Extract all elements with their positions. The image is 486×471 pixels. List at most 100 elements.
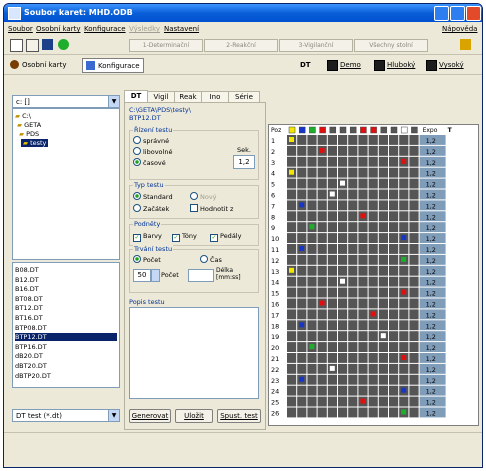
radio-standard[interactable]: Standard (133, 192, 173, 201)
ulozit-button[interactable]: Uložit (175, 409, 213, 423)
file-list[interactable]: B08.DT B12.DT B16.DT BT08.DT BT12.DT BT16.DT B… (12, 262, 120, 388)
check-hodnotit[interactable]: Hodnotit z (190, 204, 233, 213)
grid-cell (327, 353, 337, 363)
new-file-icon[interactable] (10, 39, 23, 52)
menu-napoveda[interactable]: Nápověda (442, 25, 477, 33)
close-button[interactable] (466, 6, 481, 21)
tree-item-pds[interactable]: ▰ PDS (19, 130, 39, 138)
grid-cell (297, 396, 307, 407)
radio-pocet[interactable]: Počet (133, 255, 161, 264)
list-item[interactable]: BTP08.DT (15, 324, 117, 332)
menu-vysledky[interactable]: Výsledky (129, 25, 160, 33)
grid-cell (348, 145, 358, 156)
pocet-input[interactable]: 50 (133, 269, 151, 282)
grid-cell (317, 178, 327, 189)
book-icon[interactable] (460, 39, 471, 50)
radio-novy[interactable]: Nový (190, 192, 217, 201)
demo-label[interactable]: Demo (340, 61, 361, 69)
chevron-down-icon[interactable]: ▼ (108, 410, 119, 421)
file-filter-select[interactable]: DT test (*.dt) ▼ (12, 409, 120, 422)
grid-cell (358, 363, 368, 374)
grid-cell (399, 342, 409, 352)
file-name: BTP12.DT (129, 114, 161, 122)
list-item[interactable]: B16.DT (15, 285, 117, 293)
segment-vigilancni[interactable]: 3-Vigilanční (279, 39, 353, 52)
grid-cell (368, 167, 378, 178)
tree-item-testy[interactable]: ▰ testy (21, 139, 49, 147)
demo-icon[interactable] (327, 60, 338, 71)
checkbox (190, 204, 198, 212)
osobni-karty-tab[interactable]: Osobní karty (22, 61, 66, 69)
maximize-button[interactable] (450, 6, 465, 21)
menu-konfigurace[interactable]: Konfigurace (84, 25, 126, 33)
list-item[interactable]: dBT20.DT (15, 362, 117, 370)
minimize-button[interactable] (434, 6, 449, 21)
segment-vsechny[interactable]: Všechny stolní (354, 39, 428, 52)
grid-row-number: 23 (271, 377, 279, 385)
segment-determinacni[interactable]: 1-Determinační (129, 39, 203, 52)
grid-cell (338, 287, 348, 298)
check-barvy[interactable]: ✓ Barvy (133, 232, 162, 242)
spust-test-button[interactable]: Spust. test (217, 409, 261, 423)
tree-item-root[interactable]: ▰ C:\ (15, 112, 31, 120)
copy-icon[interactable] (26, 39, 39, 52)
grid-cell (338, 200, 348, 211)
radio-spravne[interactable]: správné (133, 136, 169, 145)
list-item[interactable]: B12.DT (15, 276, 117, 284)
expo-value: 1,2 (426, 170, 436, 178)
tab-dt[interactable]: DT (124, 90, 148, 102)
list-item[interactable]: BT12.DT (15, 304, 117, 312)
stimulus-grid-svg[interactable]: Poz Expo T1 1,22 1,23 1,24 1,25 1,26 1,27 1,28 1,2… (269, 125, 478, 425)
menu-soubor[interactable]: Soubor (8, 25, 33, 33)
grid-cell (358, 156, 368, 167)
tree-item-geta[interactable]: ▰ GETA (17, 121, 41, 129)
hluboky-icon[interactable] (374, 60, 385, 71)
vysoky-label[interactable]: Vysoký (439, 61, 464, 69)
generovat-button[interactable]: Generovat (129, 409, 171, 423)
grid-cell (338, 407, 348, 418)
radio-zacatek[interactable]: Začátek (133, 204, 169, 213)
radio-cas[interactable]: Čas (200, 255, 222, 264)
drive-select[interactable]: c: [] ▼ (12, 95, 120, 108)
grid-cell (307, 287, 317, 298)
grid-cell (307, 244, 317, 254)
grid-cell (338, 189, 348, 200)
menu-nastaveni[interactable]: Nastavení (164, 25, 199, 33)
grid-cell (358, 178, 368, 189)
refresh-icon[interactable] (58, 39, 69, 50)
menu-bar: Soubor Osobní karty Konfigurace Výsledky… (4, 23, 482, 35)
popis-textarea[interactable] (129, 307, 259, 399)
grid-cell (297, 222, 307, 233)
stimulus-grid[interactable]: Poz Expo T 1 1,2 2 1,2 3 1,2 4 1,2 5 1,2 6 1,2 7 1,2 8 1,2… (268, 124, 479, 426)
segment-reakcni[interactable]: 2-Reakční (204, 39, 278, 52)
radio-libovolne[interactable]: libovolné (133, 147, 172, 156)
radio-casove[interactable]: časové (133, 158, 166, 167)
grid-cell (327, 276, 337, 287)
grid-cell (287, 222, 297, 233)
sek-input[interactable]: 1,2 (233, 155, 255, 169)
grid-cell (409, 331, 419, 342)
list-item[interactable]: BTP16.DT (15, 343, 117, 351)
grid-cell (399, 211, 409, 222)
menu-osobni-karty[interactable]: Osobní karty (36, 25, 80, 33)
chevron-down-icon[interactable]: ▼ (108, 96, 119, 107)
check-tony[interactable]: ✓ Tóny (172, 232, 197, 242)
grid-cell (399, 363, 409, 374)
list-item[interactable]: dB20.DT (15, 352, 117, 360)
grid-row-number: 10 (271, 235, 279, 243)
stimulus-marker (401, 256, 407, 262)
check-pedaly[interactable]: ✓ Pedály (210, 232, 241, 242)
delka-input[interactable] (188, 269, 214, 282)
list-item[interactable]: BT08.DT (15, 295, 117, 303)
list-item[interactable]: dBTP20.DT (15, 372, 117, 380)
grid-cell (409, 189, 419, 200)
list-item[interactable]: B08.DT (15, 266, 117, 274)
vysoky-icon[interactable] (426, 60, 437, 71)
list-item[interactable]: BT16.DT (15, 314, 117, 322)
konfigurace-tab[interactable]: Konfigurace (82, 58, 144, 73)
pocet-spinner[interactable] (151, 269, 160, 282)
grid-cell (317, 363, 327, 374)
hluboky-label[interactable]: Hluboký (387, 61, 415, 69)
save-icon[interactable] (42, 39, 53, 50)
list-item[interactable]: BTP12.DT (15, 333, 117, 342)
